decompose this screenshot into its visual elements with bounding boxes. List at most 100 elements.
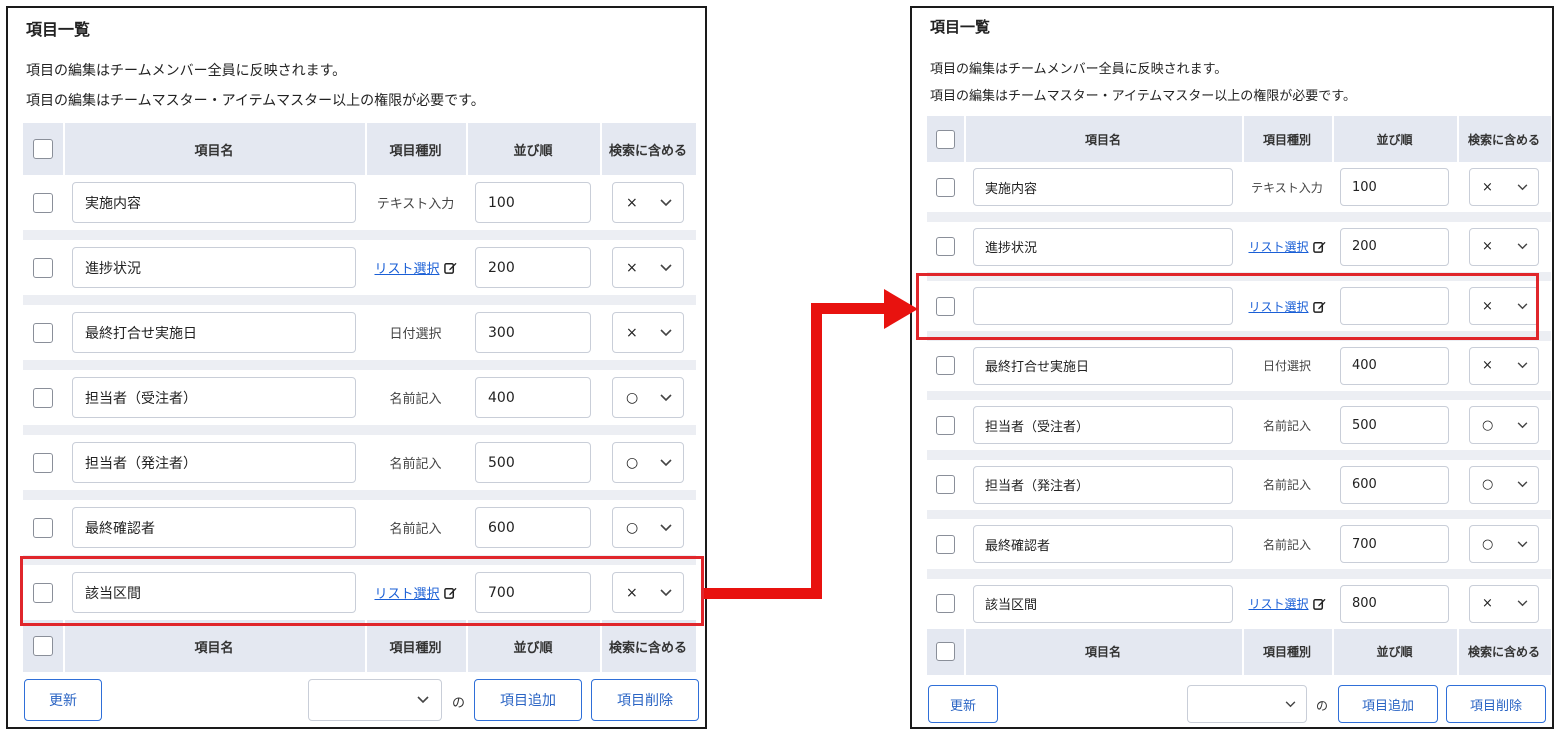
item-name-input[interactable]: 最終打合せ実施日: [973, 346, 1233, 385]
item-order-input[interactable]: 600: [1340, 465, 1449, 504]
insert-position-select[interactable]: [308, 679, 442, 721]
item-order-input[interactable]: 100: [475, 182, 591, 223]
row-checkbox[interactable]: [936, 356, 955, 375]
row-checkbox[interactable]: [936, 534, 955, 554]
table-header: 項目名 項目種別 並び順 検索に含める: [927, 116, 1551, 162]
chevron-down-icon: [1285, 700, 1296, 707]
item-type-link[interactable]: リスト選択: [374, 258, 439, 277]
row-checkbox[interactable]: [33, 452, 53, 473]
select-all-checkbox[interactable]: [936, 129, 955, 149]
table-row: 最終確認者 名前記入 700 ○: [927, 519, 1551, 569]
item-type-link[interactable]: リスト選択: [1248, 238, 1308, 255]
highlight-inserted-row: [916, 273, 1539, 340]
table-row: 担当者（発注者） 名前記入 500 ○: [23, 435, 696, 490]
select-all-checkbox[interactable]: [936, 642, 955, 661]
item-type-link[interactable]: リスト選択: [1248, 595, 1308, 612]
search-include-value: ○: [626, 389, 639, 406]
item-order-input[interactable]: 700: [1340, 525, 1449, 563]
item-name-input[interactable]: 担当者（受注者）: [72, 377, 356, 418]
item-order-input[interactable]: 100: [1340, 168, 1449, 206]
header-order: 並び順: [513, 143, 553, 159]
chevron-down-icon: [1517, 183, 1528, 190]
item-order-input[interactable]: 400: [1340, 346, 1449, 385]
search-include-select[interactable]: ×: [612, 247, 684, 288]
item-type-text: 日付選択: [1262, 359, 1311, 373]
header-order: 並び順: [1376, 132, 1413, 147]
row-checkbox[interactable]: [33, 387, 53, 408]
item-name-input[interactable]: 実施内容: [72, 182, 356, 223]
search-include-select[interactable]: ×: [612, 182, 684, 223]
item-name-input[interactable]: 最終確認者: [72, 507, 356, 548]
item-name-input[interactable]: 担当者（受注者）: [973, 406, 1233, 444]
edit-icon[interactable]: [443, 261, 457, 274]
search-include-select[interactable]: ×: [612, 312, 684, 353]
row-checkbox[interactable]: [33, 517, 53, 538]
chevron-down-icon: [660, 198, 672, 206]
item-order-input[interactable]: 600: [475, 507, 591, 548]
row-divider: [927, 450, 1551, 460]
search-include-select[interactable]: ○: [612, 442, 684, 483]
delete-item-button[interactable]: 項目削除: [1446, 685, 1546, 723]
row-checkbox[interactable]: [936, 415, 955, 435]
row-checkbox[interactable]: [33, 322, 53, 343]
item-name-input[interactable]: 最終打合せ実施日: [72, 312, 356, 353]
arrow-segment: [704, 588, 822, 599]
add-item-button[interactable]: 項目追加: [1338, 685, 1438, 723]
row-divider: [927, 212, 1551, 222]
item-name-input[interactable]: 担当者（発注者）: [72, 442, 356, 483]
header-search: 検索に含める: [608, 143, 687, 159]
edit-icon[interactable]: [1312, 597, 1326, 610]
search-include-value: ○: [1482, 477, 1494, 492]
item-type-text: 名前記入: [1262, 537, 1311, 552]
table-row: 最終打合せ実施日 日付選択 300 ×: [23, 305, 696, 360]
select-all-checkbox[interactable]: [33, 139, 53, 159]
search-include-select[interactable]: ○: [1469, 525, 1539, 563]
update-button[interactable]: 更新: [928, 685, 998, 723]
search-include-select[interactable]: ○: [1469, 465, 1539, 504]
item-order-input[interactable]: 500: [475, 442, 591, 483]
row-checkbox[interactable]: [936, 594, 955, 613]
update-button[interactable]: 更新: [24, 679, 102, 721]
item-order-input[interactable]: 400: [475, 377, 591, 418]
row-checkbox[interactable]: [936, 237, 955, 256]
row-checkbox[interactable]: [936, 475, 955, 494]
position-suffix: の: [1316, 699, 1329, 713]
note-reflect: 項目の編集はチームメンバー全員に反映されます。: [930, 62, 1228, 77]
table-row: 実施内容 テキスト入力 100 ×: [927, 162, 1551, 212]
search-include-select[interactable]: ×: [1469, 168, 1539, 206]
search-include-select[interactable]: ×: [1469, 346, 1539, 385]
item-order-input[interactable]: 800: [1340, 584, 1449, 623]
item-order-input[interactable]: 200: [1340, 227, 1449, 266]
search-include-select[interactable]: ×: [1469, 584, 1539, 623]
note-reflect: 項目の編集はチームメンバー全員に反映されます。: [26, 63, 347, 79]
row-checkbox[interactable]: [33, 192, 53, 213]
item-name-input[interactable]: 最終確認者: [973, 525, 1233, 563]
page-title: 項目一覧: [26, 20, 91, 39]
highlight-last-row: [20, 556, 704, 626]
arrow-head: [884, 289, 918, 329]
item-name-input[interactable]: 該当区間: [973, 584, 1233, 623]
item-name-input[interactable]: 担当者（発注者）: [973, 465, 1233, 504]
item-name-input[interactable]: 進捗状況: [973, 227, 1233, 266]
chevron-down-icon: [660, 393, 672, 401]
delete-item-button[interactable]: 項目削除: [591, 679, 699, 721]
item-name-input[interactable]: 進捗状況: [72, 247, 356, 288]
row-checkbox[interactable]: [936, 177, 955, 197]
search-include-value: ○: [626, 454, 639, 471]
search-include-select[interactable]: ○: [612, 507, 684, 548]
search-include-select[interactable]: ○: [612, 377, 684, 418]
search-include-select[interactable]: ×: [1469, 227, 1539, 266]
item-order-input[interactable]: 300: [475, 312, 591, 353]
item-order-input[interactable]: 200: [475, 247, 591, 288]
row-divider: [23, 490, 696, 500]
insert-position-select[interactable]: [1187, 685, 1307, 723]
edit-icon[interactable]: [1312, 240, 1326, 253]
search-include-select[interactable]: ○: [1469, 406, 1539, 444]
select-all-checkbox[interactable]: [33, 636, 53, 656]
row-divider: [23, 295, 696, 305]
add-item-button[interactable]: 項目追加: [474, 679, 582, 721]
item-order-input[interactable]: 500: [1340, 406, 1449, 444]
item-name-input[interactable]: 実施内容: [973, 168, 1233, 206]
row-checkbox[interactable]: [33, 257, 53, 278]
header-name: 項目名: [194, 640, 234, 656]
